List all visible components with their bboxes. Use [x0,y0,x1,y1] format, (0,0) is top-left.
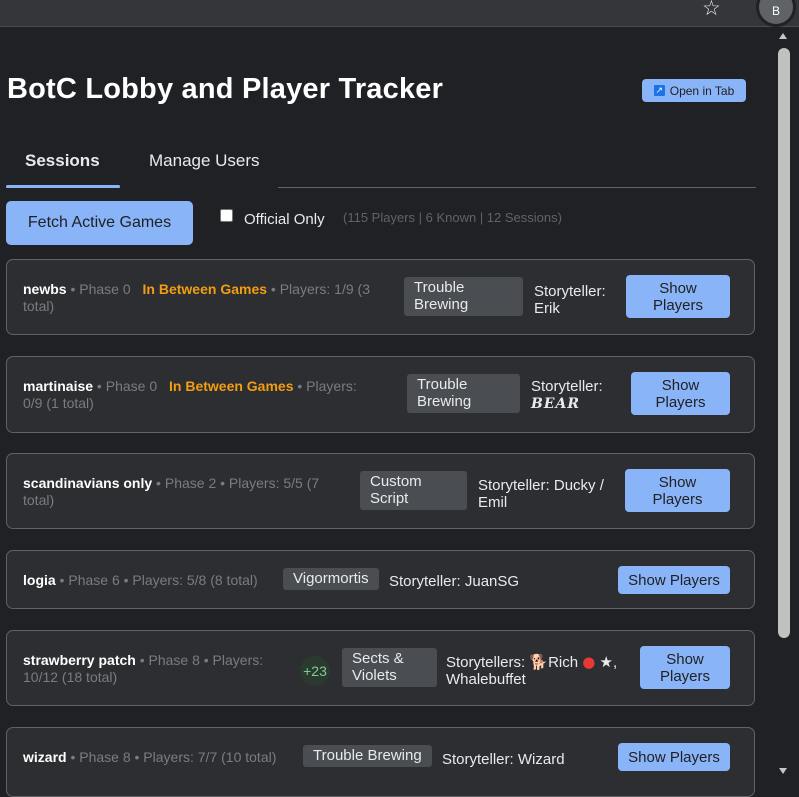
official-only-checkbox[interactable] [220,209,233,222]
scroll-down-arrow-icon[interactable] [779,768,787,774]
star-icon[interactable]: ☆ [702,0,721,21]
show-players-button[interactable]: Show Players [626,275,730,318]
session-stats: (115 Players | 6 Known | 12 Sessions) [343,210,562,225]
session-name: strawberry patch [23,652,136,668]
storyteller-name: Rich [548,654,579,671]
official-only-label[interactable]: Official Only [244,211,325,228]
session-name: martinaise [23,378,94,394]
storyteller: Storyteller: Ducky / Emil [478,477,604,511]
script-badge: Sects & Violets [342,648,437,687]
storyteller-name: Wizard [517,751,565,768]
session-status: In Between Games [169,378,294,394]
session-card: wizard • Phase 8 • Players: 7/7 (10 tota… [6,727,755,797]
session-name: wizard [23,749,67,765]
session-info: logia • Phase 6 • Players: 5/8 (8 total) [23,572,258,588]
open-in-tab-label: Open in Tab [669,83,735,98]
storyteller-name: JuanSG [464,573,520,590]
strawberry-icon: ● [582,653,596,671]
storyteller: Storyteller: Wizard [442,751,565,768]
session-card: strawberry patch • Phase 8 • Players: 10… [6,630,755,706]
storyteller-name: BEAR [531,396,581,412]
page-title: BotC Lobby and Player Tracker [7,73,444,105]
session-card: newbs • Phase 0 In Between Games • Playe… [6,259,755,335]
session-info: martinaise • Phase 0 In Between Games • … [23,378,357,411]
dog-icon: 🐕 [529,653,549,671]
script-badge: Vigormortis [283,568,379,590]
session-info: strawberry patch • Phase 8 • Players: 10… [23,652,264,685]
show-players-button[interactable]: Show Players [631,372,730,415]
external-link-icon: ↗ [653,85,665,96]
active-tab-indicator [6,185,120,188]
show-players-button[interactable]: Show Players [625,469,730,512]
storyteller-name: Ducky / [553,477,604,494]
session-name: newbs [23,281,67,297]
profile-avatar[interactable]: B [756,0,796,27]
tab-manage-users[interactable]: Manage Users [149,151,260,171]
session-card: scandinavians only • Phase 2 • Players: … [6,453,755,529]
session-card: logia • Phase 6 • Players: 5/8 (8 total)… [6,550,755,609]
scroll-up-arrow-icon[interactable] [779,33,787,39]
tab-sessions[interactable]: Sessions [25,151,100,171]
session-card: martinaise • Phase 0 In Between Games • … [6,356,755,433]
script-badge: Trouble Brewing [303,745,432,767]
session-info: wizard • Phase 8 • Players: 7/7 (10 tota… [23,749,277,765]
storyteller: Storyteller: BEAR [531,378,603,412]
storyteller: Storyteller: Erik [534,283,606,317]
storyteller: Storytellers: 🐕Rich ● ★, Whalebuffet [446,653,618,689]
storyteller-name: Erik [534,300,560,317]
open-in-tab-button[interactable]: ↗ Open in Tab [642,79,746,102]
show-players-button[interactable]: Show Players [618,743,730,771]
session-name: logia [23,572,56,588]
show-players-button[interactable]: Show Players [640,646,730,689]
show-players-button[interactable]: Show Players [618,566,730,594]
script-badge: Trouble Brewing [404,277,523,316]
scrollbar-thumb[interactable] [778,48,790,638]
extra-players-badge[interactable]: +23 [300,656,330,686]
profile-initial: B [771,4,780,18]
session-name: scandinavians only [23,475,153,491]
session-info: newbs • Phase 0 In Between Games • Playe… [23,281,370,314]
script-badge: Custom Script [360,471,467,510]
browser-toolbar: ☆ B [0,0,799,27]
session-info: scandinavians only • Phase 2 • Players: … [23,475,320,508]
fetch-active-games-button[interactable]: Fetch Active Games [6,201,193,245]
storyteller: Storyteller: JuanSG [389,573,520,590]
script-badge: Trouble Brewing [407,374,520,413]
session-status: In Between Games [142,281,268,297]
